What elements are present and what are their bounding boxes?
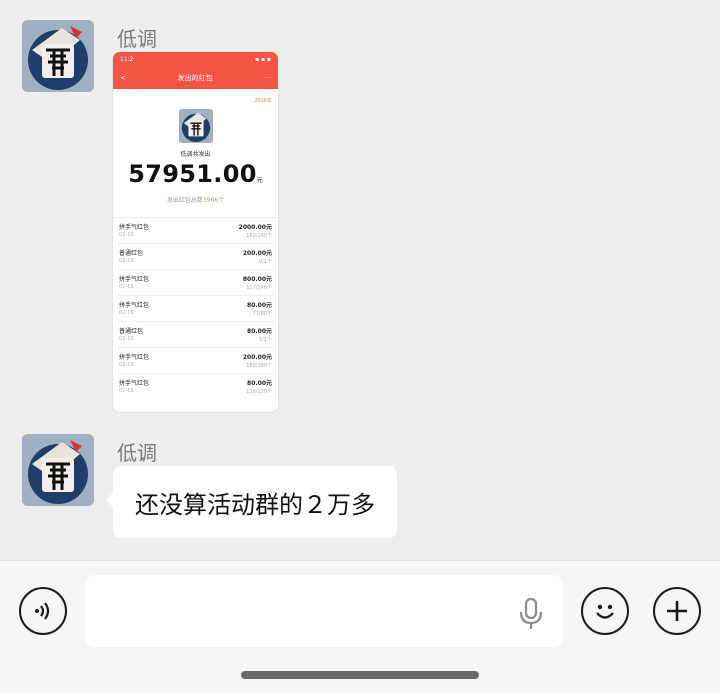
sender-avatar[interactable] [22,20,94,92]
shot-nav-bar: < 发出的红包 ··· [113,66,278,89]
sender-avatar[interactable] [22,434,94,506]
message-input[interactable] [86,575,562,647]
packet-progress: 120/120个 [246,389,272,395]
message-bubble[interactable]: 还没算活动群的２万多 [106,466,397,538]
avatar-image [22,434,94,506]
shot-status-icons: ▪ ▪ ▪ [254,55,271,63]
packet-progress: 160/160个 [246,363,272,369]
sender-name: 低调 [117,27,157,51]
shot-nav-title: 发出的红包 [177,73,213,82]
shot-avatar [178,109,213,143]
packet-progress: 0/1个 [258,259,272,265]
shot-year: 2026年 [254,98,272,104]
packet-date: 02-16 [119,310,134,316]
packet-amount: 80.00元 [247,380,272,387]
shot-total: 57951.00元 [113,160,278,188]
packet-amount: 80.00元 [247,302,272,309]
packet-progress: 77/80个 [252,311,272,317]
microphone-icon[interactable] [518,597,544,631]
packet-date: 02-16 [119,232,134,238]
home-indicator[interactable] [241,671,479,679]
shot-more-icon: ··· [264,73,271,82]
voice-toggle-icon[interactable] [19,587,67,635]
packet-amount: 2000.00元 [238,224,272,231]
list-item: 普通红包 02-16 200.00元 0/1个 [117,244,274,270]
packet-name: 拼手气红包 [119,302,150,309]
packet-date: 02-16 [119,388,134,394]
packet-amount: 800.00元 [242,276,272,283]
packet-name: 普通红包 [119,250,144,257]
packet-name: 拼手气红包 [119,224,150,231]
shot-total-unit: 元 [256,177,263,184]
shot-packet-list: 拼手气红包 02-16 2000.00元 160/160个 普通红包 02-16… [113,218,278,400]
list-item: 拼手气红包 02-16 200.00元 160/160个 [117,348,274,374]
list-item: 拼手气红包 02-16 80.00元 120/120个 [117,374,274,400]
packet-date: 02-16 [119,258,134,264]
avatar-image [22,20,94,92]
packet-progress: 1/1个 [258,337,272,343]
packet-progress: 117/146个 [246,285,272,291]
emoji-icon[interactable] [581,587,629,635]
shot-divider [113,210,278,218]
shot-status-time: 11:2 [120,55,134,63]
packet-progress: 160/160个 [246,233,272,239]
shared-screenshot-image[interactable]: 11:2 ▪ ▪ ▪ < 发出的红包 ··· 2026年 低调共发出 57951… [113,52,278,412]
packet-date: 02-16 [119,284,134,290]
shot-status-bar: 11:2 ▪ ▪ ▪ [113,52,278,66]
plus-icon[interactable] [653,587,701,635]
shot-count-value: 3966 [202,197,219,204]
list-item: 拼手气红包 02-16 800.00元 117/146个 [117,270,274,296]
packet-name: 普通红包 [119,328,144,335]
list-item: 拼手气红包 02-16 80.00元 77/80个 [117,296,274,322]
list-item: 普通红包 02-16 80.00元 1/1个 [117,322,274,348]
sender-name: 低调 [117,441,157,465]
shot-count: 发出红包总数3966个 [113,195,278,204]
packet-amount: 200.00元 [242,354,272,361]
packet-name: 拼手气红包 [119,276,150,283]
shot-count-label: 发出红包总数 [166,197,203,204]
packet-date: 02-16 [119,336,134,342]
shot-total-amount: 57951.00 [128,160,257,188]
shot-count-unit: 个 [218,197,225,204]
packet-name: 拼手气红包 [119,380,150,387]
packet-amount: 200.00元 [242,250,272,257]
packet-amount: 80.00元 [247,328,272,335]
list-item: 拼手气红包 02-16 2000.00元 160/160个 [117,218,274,244]
shot-summary-label: 低调共发出 [180,151,211,158]
chat-input-bar [0,560,720,693]
packet-date: 02-16 [119,362,134,368]
packet-name: 拼手气红包 [119,354,150,361]
